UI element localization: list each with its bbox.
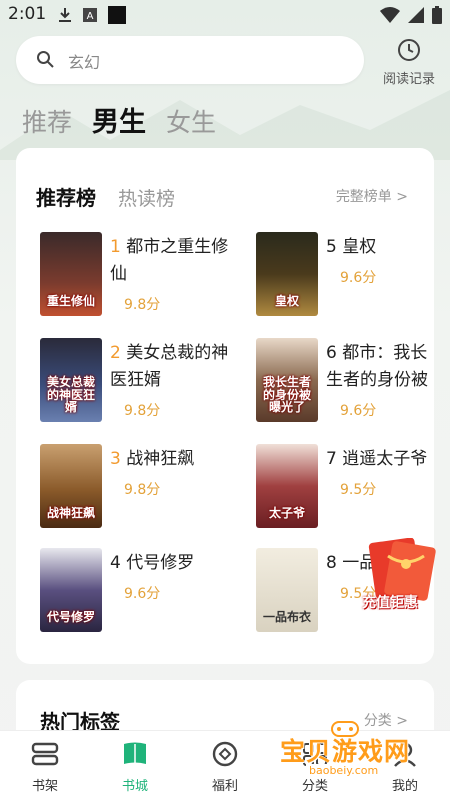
book-title-text: 都市：我长生者的身份被 <box>326 343 428 390</box>
watermark-text: 宝贝游戏网 <box>280 737 411 766</box>
book-score: 9.6分 <box>340 403 377 419</box>
clock-icon <box>398 39 420 61</box>
cover-text: 太子爷 <box>268 506 305 521</box>
book-rank: 6 <box>326 343 337 363</box>
book-cover: 一品布衣 <box>256 548 318 632</box>
book-rank: 7 <box>326 449 337 469</box>
book-score: 9.6分 <box>124 586 161 602</box>
category-link[interactable]: 分类 > <box>364 710 408 730</box>
tab-male[interactable]: 男生 <box>92 100 146 139</box>
book-title-text: 都市之重生修仙 <box>110 237 229 284</box>
book-item[interactable]: 战神狂飙 3 战神狂飙 9.8分 <box>40 444 240 530</box>
status-bar: 2:01 A <box>0 0 450 30</box>
book-score: 9.5分 <box>340 482 377 498</box>
book-icon <box>124 742 146 764</box>
book-score: 9.6分 <box>340 270 377 286</box>
recharge-promo-badge[interactable]: 充值钜惠 <box>358 537 438 618</box>
book-title: 5 皇权 <box>326 234 434 261</box>
book-rank: 3 <box>110 449 121 469</box>
cover-text: 我长生者的身份被曝光了 <box>262 375 311 415</box>
channel-tabs: 推荐 男生 女生 <box>22 100 216 139</box>
book-cover: 皇权 <box>256 232 318 316</box>
book-item[interactable]: 皇权 5 皇权 9.6分 <box>256 232 450 318</box>
book-title-text: 代号修罗 <box>126 553 195 573</box>
tab-female[interactable]: 女生 <box>166 103 216 139</box>
nav-label: 书架 <box>31 779 58 794</box>
book-cover: 太子爷 <box>256 444 318 528</box>
cover-text: 美女总裁的神医狂婿 <box>46 375 95 415</box>
svg-text:A: A <box>87 11 94 22</box>
nav-bookshelf[interactable]: 书架 <box>0 731 90 801</box>
bookshelf-icon <box>31 742 59 766</box>
tab-recommend[interactable]: 推荐 <box>22 103 72 139</box>
signal-icon <box>408 7 424 23</box>
book-title: 7 逍遥太子爷 <box>326 446 434 473</box>
book-cover: 我长生者的身份被曝光了 <box>256 338 318 422</box>
book-score: 9.8分 <box>124 482 161 498</box>
book-rank: 1 <box>110 237 121 257</box>
status-time: 2:01 <box>8 4 47 24</box>
tab-hot-list[interactable]: 热读榜 <box>118 184 175 211</box>
app-notification-icon <box>108 6 126 24</box>
book-title-text: 皇权 <box>342 237 377 257</box>
battery-icon <box>432 6 442 24</box>
book-title: 4 代号修罗 <box>110 550 242 577</box>
book-title-text: 美女总裁的神医狂婿 <box>110 343 229 390</box>
book-rank: 2 <box>110 343 121 363</box>
book-cover: 美女总裁的神医狂婿 <box>40 338 102 422</box>
cover-text: 代号修罗 <box>46 610 95 625</box>
cover-text: 一品布衣 <box>262 610 311 625</box>
search-placeholder: 玄幻 <box>68 53 101 72</box>
promo-label: 充值钜惠 <box>362 595 418 611</box>
book-cover: 战神狂飙 <box>40 444 102 528</box>
book-item[interactable]: 代号修罗 4 代号修罗 9.6分 <box>40 548 240 634</box>
book-item[interactable]: 美女总裁的神医狂婿 2 美女总裁的神医狂婿 9.8分 <box>40 338 240 424</box>
search-icon <box>37 51 54 68</box>
book-item[interactable]: 重生修仙 1 都市之重生修仙 9.8分 <box>40 232 240 318</box>
book-cover: 代号修罗 <box>40 548 102 632</box>
cover-text: 皇权 <box>274 294 299 309</box>
book-score: 9.8分 <box>124 403 161 419</box>
book-title: 2 美女总裁的神医狂婿 <box>110 340 242 394</box>
full-ranking-link[interactable]: 完整榜单 > <box>336 186 408 206</box>
book-title: 6 都市：我长生者的身份被 <box>326 340 434 394</box>
keyboard-a-icon: A <box>83 8 97 22</box>
gift-icon <box>212 741 238 767</box>
nav-label: 福利 <box>211 779 238 794</box>
nav-welfare[interactable]: 福利 <box>180 731 270 801</box>
watermark-logo: 宝贝游戏网 baobeiy.com <box>270 721 445 782</box>
book-rank: 5 <box>326 237 337 257</box>
book-item[interactable]: 我长生者的身份被曝光了 6 都市：我长生者的身份被 9.6分 <box>256 338 450 424</box>
book-score: 9.8分 <box>124 297 161 313</box>
reading-history-label: 阅读记录 <box>382 72 435 87</box>
tab-recommend-list[interactable]: 推荐榜 <box>36 182 96 211</box>
download-icon <box>59 8 71 22</box>
book-title: 3 战神狂飙 <box>110 446 242 473</box>
watermark-url: baobeiy.com <box>306 764 382 777</box>
search-bar[interactable]: 玄幻 <box>16 36 364 84</box>
book-title: 1 都市之重生修仙 <box>110 234 242 288</box>
ranking-tabs: 推荐榜 热读榜 <box>36 182 175 211</box>
cover-text: 战神狂飙 <box>46 506 95 521</box>
book-cover: 重生修仙 <box>40 232 102 316</box>
book-rank: 4 <box>110 553 121 573</box>
book-item[interactable]: 太子爷 7 逍遥太子爷 9.5分 <box>256 444 450 530</box>
book-title-text: 逍遥太子爷 <box>342 449 428 469</box>
wifi-icon <box>380 7 400 23</box>
book-title-text: 战神狂飙 <box>126 449 195 469</box>
reading-history-button[interactable]: 阅读记录 <box>376 38 442 87</box>
nav-bookstore[interactable]: 书城 <box>90 731 180 801</box>
book-rank: 8 <box>326 553 337 573</box>
nav-label: 书城 <box>121 779 148 794</box>
cover-text: 重生修仙 <box>46 294 95 309</box>
